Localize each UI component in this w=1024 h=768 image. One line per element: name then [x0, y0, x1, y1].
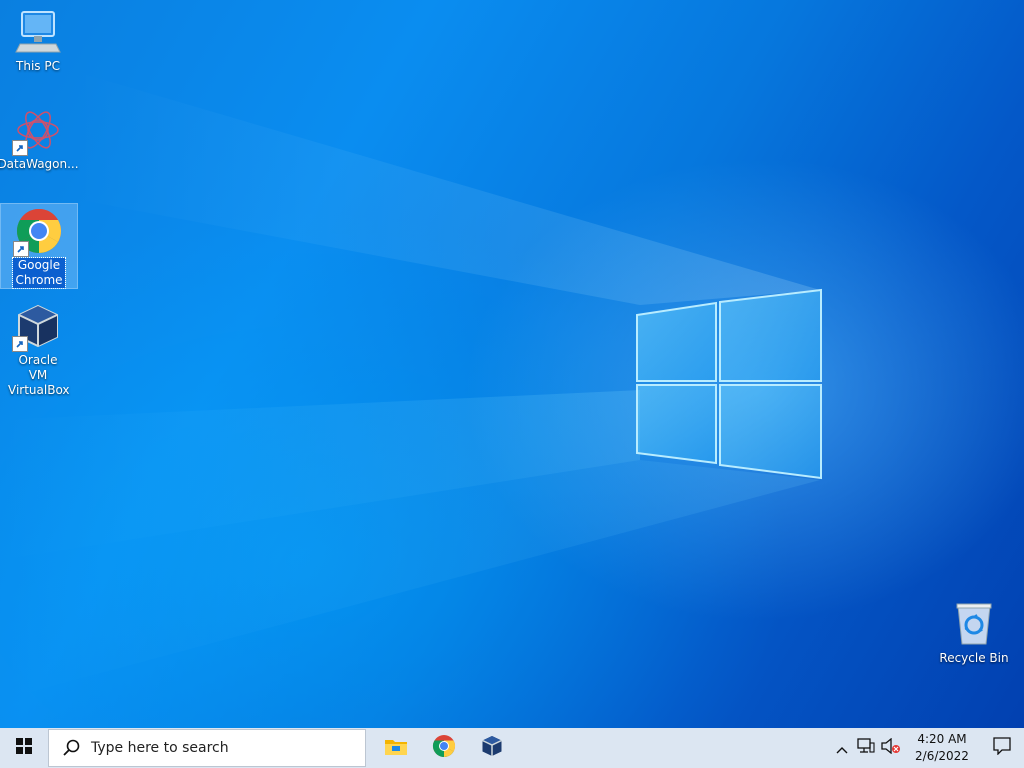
desktop-icon-datawagon[interactable]: DataWagon... — [0, 106, 79, 172]
shortcut-arrow-icon — [12, 336, 28, 352]
desktop-icon-recycle-bin[interactable]: Recycle Bin — [936, 600, 1012, 666]
clock[interactable]: 4:20 AM 2/6/2022 — [904, 728, 980, 768]
taskbar: Type here to search 4:20 AM 2/6/2022 — [0, 728, 1024, 768]
computer-icon — [14, 8, 62, 56]
show-hidden-icons-button[interactable] — [830, 728, 854, 768]
network-button[interactable] — [854, 728, 878, 768]
action-center-button[interactable] — [980, 728, 1024, 768]
recycle-bin-icon — [950, 600, 998, 648]
virtualbox-icon — [480, 734, 504, 762]
datawagon-icon — [12, 106, 62, 156]
desktop-icon-label: This PC — [16, 59, 60, 73]
search-placeholder: Type here to search — [91, 740, 229, 756]
virtualbox-icon — [12, 302, 62, 352]
clock-date: 2/6/2022 — [915, 749, 969, 763]
wallpaper-light-beams — [0, 70, 820, 700]
desktop-icon-label: Oracle VM VirtualBox — [8, 353, 70, 397]
chevron-up-icon — [836, 739, 848, 758]
desktop-icon-virtualbox[interactable]: Oracle VM VirtualBox — [0, 302, 76, 398]
clock-time: 4:20 AM — [917, 732, 967, 746]
shortcut-arrow-icon — [13, 241, 29, 257]
wallpaper-windows-logo — [636, 288, 822, 480]
taskbar-virtualbox[interactable] — [468, 728, 516, 768]
desktop-icon-google-chrome[interactable]: Google Chrome — [0, 203, 78, 289]
network-icon — [857, 738, 875, 758]
taskbar-chrome[interactable] — [420, 728, 468, 768]
volume-button[interactable] — [878, 728, 904, 768]
desktop-icon-this-pc[interactable]: This PC — [0, 8, 76, 74]
desktop-background[interactable]: This PC DataWagon... Google Chrome Oracl… — [0, 0, 1024, 728]
search-icon — [63, 739, 81, 757]
desktop-icon-label: Google Chrome — [12, 257, 66, 289]
shortcut-arrow-icon — [12, 140, 28, 156]
desktop-icon-label: Recycle Bin — [939, 651, 1009, 665]
chrome-icon — [432, 734, 456, 762]
taskbar-search-box[interactable]: Type here to search — [48, 729, 366, 767]
chrome-icon — [13, 207, 63, 257]
start-button[interactable] — [0, 728, 48, 768]
notification-icon — [993, 737, 1011, 759]
volume-muted-icon — [881, 737, 901, 758]
file-explorer-icon — [384, 736, 408, 760]
taskbar-file-explorer[interactable] — [372, 728, 420, 768]
desktop-icon-label: DataWagon... — [0, 157, 79, 171]
system-tray: 4:20 AM 2/6/2022 — [830, 728, 1024, 768]
windows-logo-icon — [16, 738, 32, 758]
